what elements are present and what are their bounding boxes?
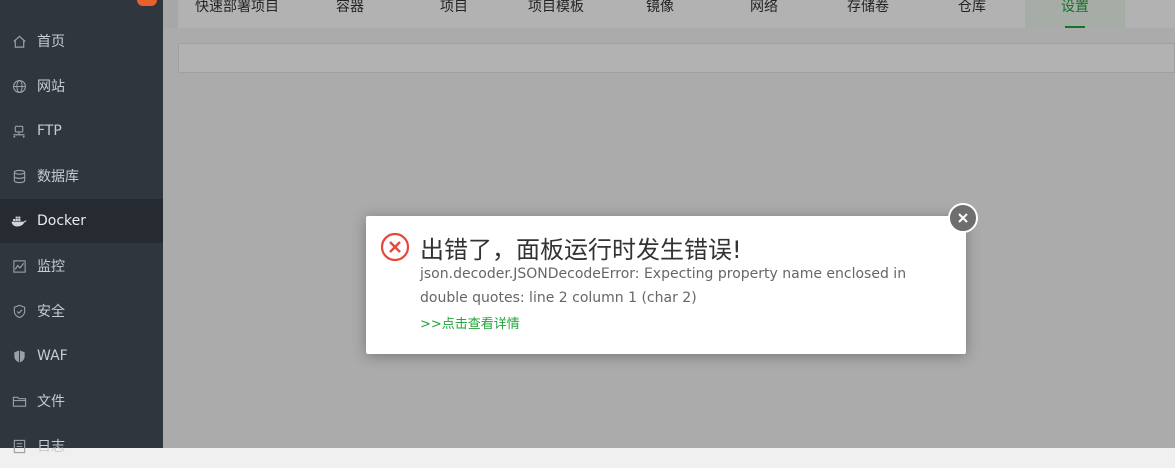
sidebar-item-label: 首页 [37, 34, 65, 50]
error-dialog: 出错了，面板运行时发生错误! json.decoder.JSONDecodeEr… [366, 216, 966, 354]
home-icon [11, 33, 27, 49]
sidebar-item-label: 网站 [37, 79, 65, 95]
globe-icon [11, 78, 27, 94]
sidebar-item-label: FTP [37, 123, 62, 139]
view-details-link[interactable]: >>点击查看详情 [420, 313, 520, 332]
notification-badge[interactable] [137, 0, 157, 6]
waf-shield-icon [11, 348, 27, 364]
sidebar-item-website[interactable]: 网站 [0, 64, 163, 108]
dialog-message: json.decoder.JSONDecodeError: Expecting … [420, 266, 907, 306]
sidebar-item-label: 文件 [37, 394, 65, 410]
sidebar-item-docker[interactable]: Docker [0, 199, 163, 243]
database-icon [11, 168, 27, 184]
sidebar-item-files[interactable]: 文件 [0, 379, 163, 423]
sidebar-item-database[interactable]: 数据库 [0, 154, 163, 198]
ftp-icon [11, 123, 27, 139]
sidebar-item-home[interactable]: 首页 [0, 19, 163, 63]
sidebar-item-label: Docker [37, 213, 87, 229]
sidebar-item-waf[interactable]: WAF [0, 334, 163, 378]
sidebar-item-label: 日志 [37, 439, 65, 455]
sidebar-item-ftp[interactable]: FTP [0, 109, 163, 153]
sidebar-item-security[interactable]: 安全 [0, 289, 163, 333]
sidebar-item-monitor[interactable]: 监控 [0, 244, 163, 288]
monitor-icon [11, 258, 27, 274]
sidebar-item-label: WAF [37, 348, 68, 364]
shield-icon [11, 303, 27, 319]
log-icon [11, 438, 27, 454]
dialog-title: 出错了，面板运行时发生错误! [420, 236, 742, 264]
sidebar-item-label: 监控 [37, 259, 65, 275]
sidebar: 首页 网站 FTP 数据库 Docker 监控 安全 WAF 文件 日志 [0, 0, 163, 455]
dialog-close-button[interactable] [948, 203, 978, 233]
error-icon [380, 232, 410, 262]
sidebar-item-logs[interactable]: 日志 [0, 424, 163, 468]
docker-icon [11, 213, 27, 229]
close-icon [957, 212, 969, 224]
sidebar-item-label: 数据库 [37, 169, 79, 185]
sidebar-item-label: 安全 [37, 304, 65, 320]
folder-icon [11, 393, 27, 409]
